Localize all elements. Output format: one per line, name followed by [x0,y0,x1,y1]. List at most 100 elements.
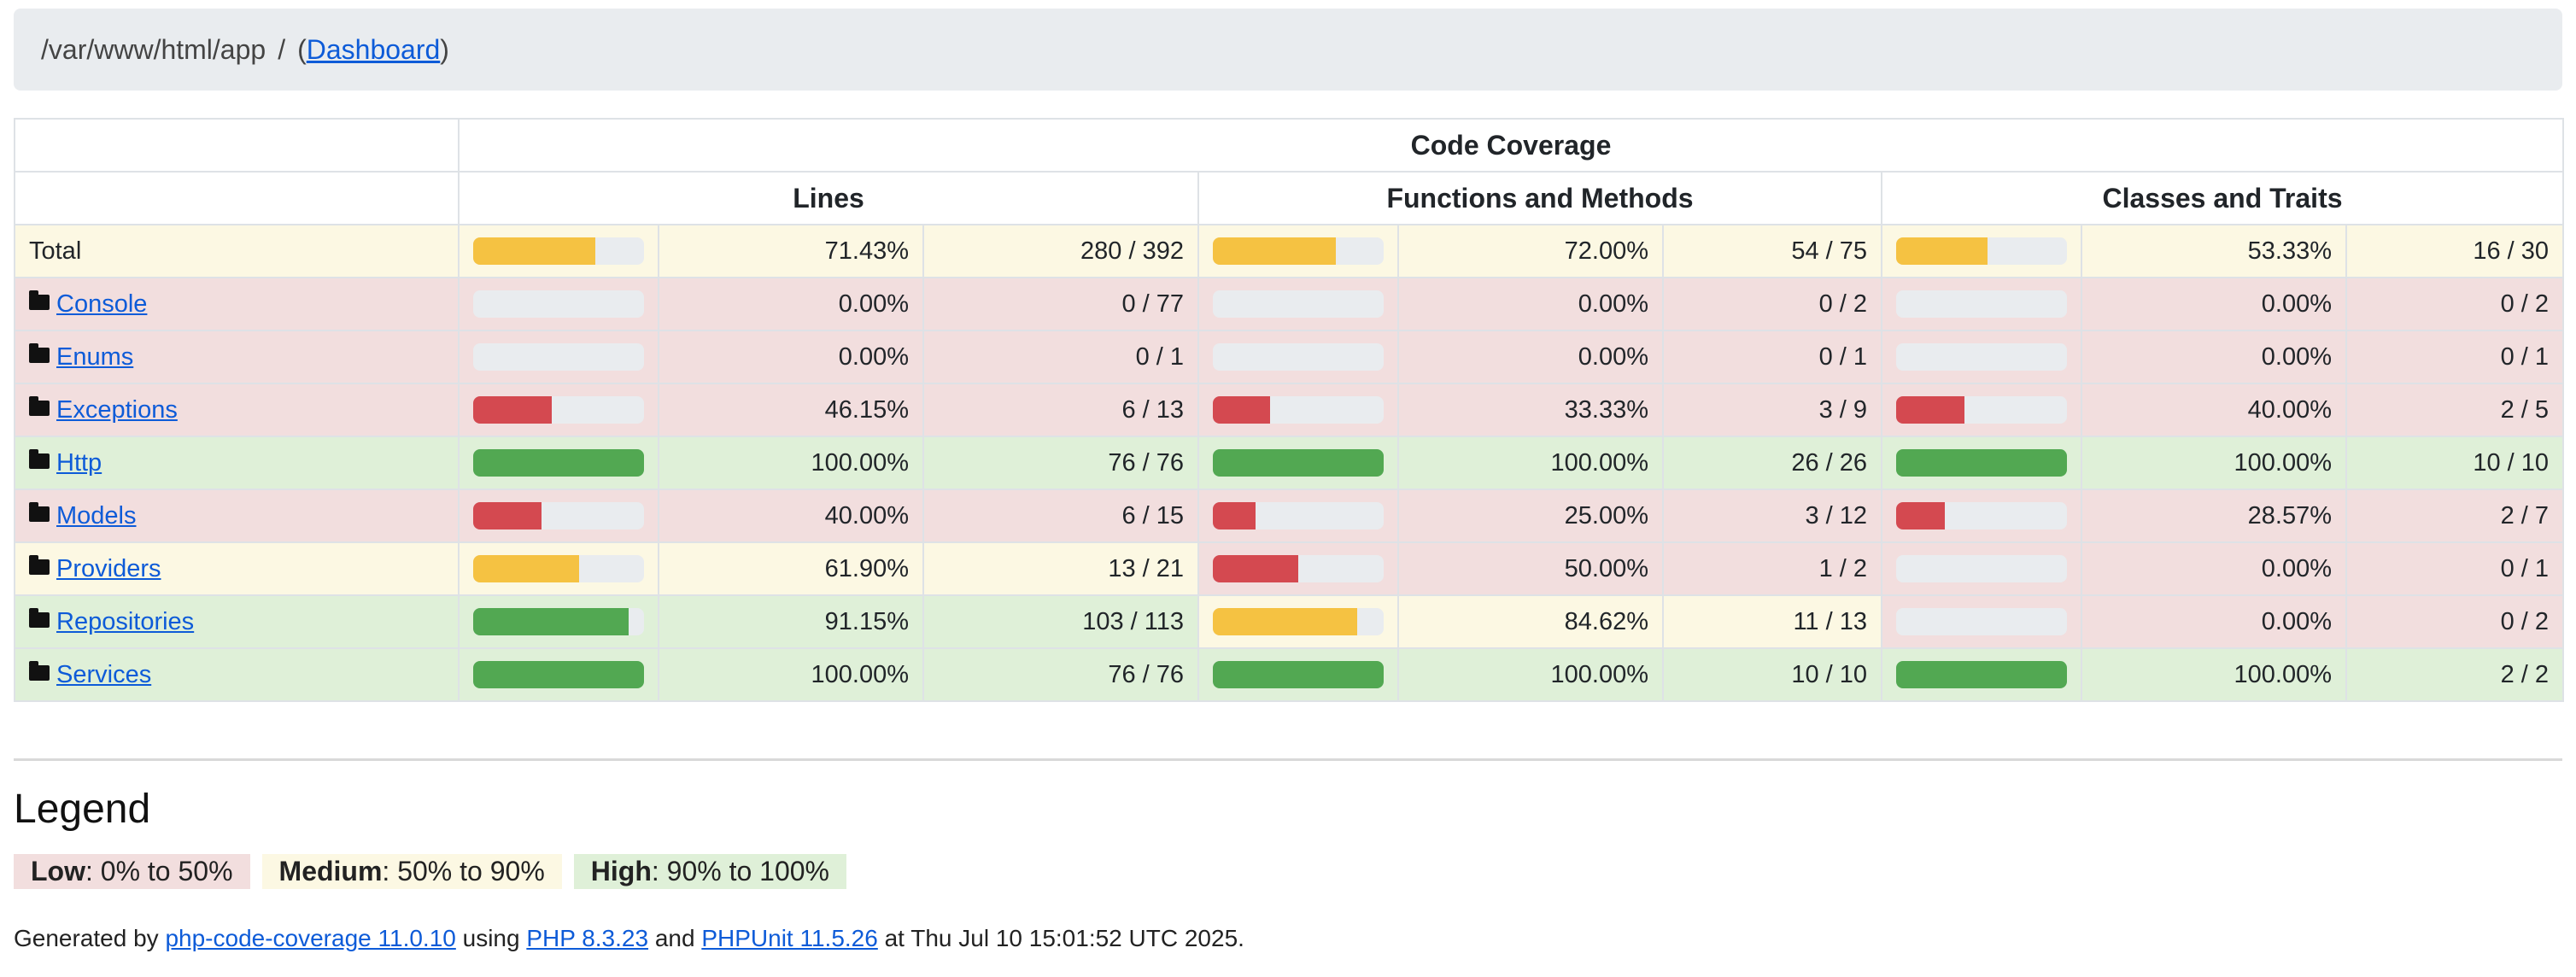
coverage-report-page: /var/www/html/app / (Dashboard) Code Cov… [0,0,2576,977]
divider [14,758,2562,761]
directory-link[interactable]: Console [56,290,147,318]
lines-percent: 71.43% [658,224,924,278]
functions-ratio: 11 / 13 [1662,594,1882,649]
classes-progress-bar [1896,608,2067,635]
table-row: Exceptions 46.15% 6 / 13 33.33% 3 / 9 40.00% 2… [14,383,2564,437]
functions-percent: 33.33% [1397,383,1664,437]
table-row: Enums 0.00% 0 / 1 0.00% 0 / 1 0.00% 0 / 1 [14,330,2564,384]
lines-progress-bar [473,608,644,635]
classes-progress-fill [1896,449,2067,477]
classes-percent: 0.00% [2081,541,2347,596]
functions-percent: 84.62% [1397,594,1664,649]
footer: Generated by php-code-coverage 11.0.10 u… [14,925,1244,952]
lines-percent: 0.00% [658,330,924,384]
legend-low-label: Low [31,856,85,886]
php-link[interactable]: PHP 8.3.23 [526,925,648,951]
lines-bar-cell [458,541,659,596]
classes-ratio: 0 / 2 [2345,277,2564,331]
classes-bar-cell [1881,330,2082,384]
functions-progress-bar [1213,449,1384,477]
lines-ratio: 6 / 13 [922,383,1199,437]
directory-link[interactable]: Repositories [56,608,194,635]
folder-icon [29,448,50,469]
classes-percent: 0.00% [2081,330,2347,384]
functions-ratio: 26 / 26 [1662,436,1882,490]
classes-bar-cell [1881,488,2082,543]
footer-using: using [455,925,527,951]
functions-ratio: 3 / 12 [1662,488,1882,543]
row-name-cell: Console [14,277,460,331]
classes-bar-cell [1881,594,2082,649]
row-name-cell: Enums [14,330,460,384]
folder-icon [29,660,50,681]
functions-bar-cell [1197,488,1399,543]
lines-progress-bar [473,661,644,688]
functions-ratio: 1 / 2 [1662,541,1882,596]
classes-ratio: 0 / 1 [2345,541,2564,596]
phpunit-link[interactable]: PHPUnit 11.5.26 [701,925,878,951]
lines-bar-cell [458,647,659,702]
lines-bar-cell [458,224,659,278]
classes-progress-bar [1896,555,2067,582]
directory-link[interactable]: Services [56,661,151,688]
footer-generated-by: Generated by [14,925,166,951]
table-row: Providers 61.90% 13 / 21 50.00% 1 / 2 0.00% 0 … [14,541,2564,596]
lines-percent: 91.15% [658,594,924,649]
directory-link[interactable]: Models [56,502,137,529]
table-row: Repositories 91.15% 103 / 113 84.62% 11 / 13… [14,594,2564,649]
lines-progress-bar [473,290,644,318]
functions-progress-bar [1213,343,1384,371]
classes-bar-cell [1881,436,2082,490]
row-name-cell: Total [14,224,460,278]
directory-link[interactable]: Enums [56,343,133,371]
classes-progress-bar [1896,343,2067,371]
lines-ratio: 0 / 1 [922,330,1199,384]
breadcrumb-separator: / [278,33,286,65]
lines-ratio: 76 / 76 [922,647,1199,702]
folder-icon [29,607,50,628]
lines-ratio: 6 / 15 [922,488,1199,543]
functions-percent: 100.00% [1397,647,1664,702]
lines-bar-cell [458,277,659,331]
classes-bar-cell [1881,647,2082,702]
classes-ratio: 0 / 2 [2345,594,2564,649]
directory-link[interactable]: Http [56,449,102,477]
footer-timestamp: at Thu Jul 10 15:01:52 UTC 2025. [877,925,1244,951]
functions-progress-fill [1213,608,1358,635]
classes-progress-fill [1896,502,1946,529]
folder-icon [29,395,50,416]
functions-bar-cell [1197,541,1399,596]
breadcrumb-dashboard-wrap: (Dashboard) [297,33,449,65]
directory-link[interactable]: Providers [56,555,161,582]
breadcrumb-path: /var/www/html/app [41,33,266,65]
row-name-cell: Http [14,436,460,490]
row-name-cell: Providers [14,541,460,596]
functions-bar-cell [1197,224,1399,278]
functions-progress-bar [1213,555,1384,582]
functions-bar-cell [1197,277,1399,331]
functions-progress-bar [1213,608,1384,635]
functions-percent: 0.00% [1397,330,1664,384]
header-functions: Functions and Methods [1197,171,1882,225]
directory-link[interactable]: Exceptions [56,396,178,424]
total-label: Total [29,237,82,265]
tool-link[interactable]: php-code-coverage 11.0.10 [165,925,455,951]
functions-ratio: 54 / 75 [1662,224,1882,278]
functions-percent: 0.00% [1397,277,1664,331]
lines-percent: 46.15% [658,383,924,437]
lines-percent: 100.00% [658,647,924,702]
functions-ratio: 10 / 10 [1662,647,1882,702]
functions-percent: 25.00% [1397,488,1664,543]
lines-progress-bar [473,555,644,582]
classes-percent: 53.33% [2081,224,2347,278]
lines-progress-fill [473,555,579,582]
dashboard-link[interactable]: Dashboard [307,34,441,65]
lines-ratio: 103 / 113 [922,594,1199,649]
legend-low: Low: 0% to 50% [14,854,250,889]
classes-progress-bar [1896,237,2067,265]
legend-high-label: High [590,856,652,886]
functions-progress-fill [1213,502,1256,529]
lines-progress-bar [473,502,644,529]
legend-medium-range: : 50% to 90% [382,856,545,886]
table-row: Http 100.00% 76 / 76 100.00% 26 / 26 100.00% 1… [14,436,2564,490]
